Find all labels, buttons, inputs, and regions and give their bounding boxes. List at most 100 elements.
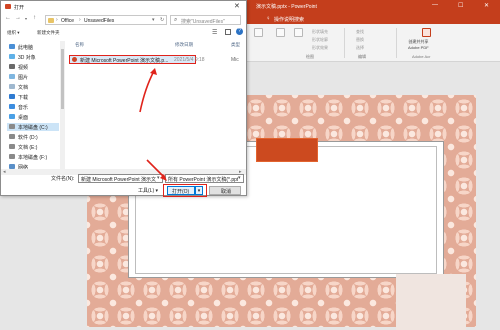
select-button[interactable]: 选择 — [356, 45, 364, 51]
breadcrumb-unsavedfiles[interactable]: UnsavedFiles — [84, 18, 114, 24]
nav-item-label: 本地磁盘 (C:) — [18, 125, 48, 131]
download-icon — [9, 94, 15, 99]
search-placeholder: 搜索"UnsavedFiles" — [181, 19, 225, 25]
desktop-icon — [9, 114, 15, 119]
video-icon — [9, 64, 15, 69]
music-icon — [9, 104, 15, 109]
nav-item-label: 3D 对象 — [18, 55, 36, 61]
nav-item-3d-objects[interactable]: 3D 对象 — [7, 53, 59, 61]
open-button-label: 打开(O) — [172, 189, 190, 195]
adobe-pdf-icon[interactable] — [422, 28, 431, 37]
scrollbar-thumb[interactable] — [61, 49, 64, 109]
nav-item-this-pc[interactable]: 此电脑 — [7, 43, 59, 51]
organize-button[interactable]: 组织 ▾ — [7, 30, 20, 36]
address-bar[interactable]: › Office › UnsavedFiles ▾ ↻ — [45, 15, 167, 25]
nav-item-drive-e[interactable]: 文档 (E:) — [7, 143, 59, 151]
chevron-down-icon[interactable]: ▾ — [238, 175, 241, 181]
column-header-type[interactable]: 类型 — [231, 42, 240, 48]
file-name: 新建 Microsoft PowerPoint 演示文稿.p... — [80, 58, 169, 64]
forward-arrow-icon[interactable]: → — [15, 15, 21, 21]
filetype-select[interactable]: 所有 PowerPoint 演示文稿(*.pptx; ▾ — [165, 174, 244, 183]
new-folder-button[interactable]: 新建文件夹 — [37, 30, 60, 36]
find-button[interactable]: 查找 — [356, 29, 364, 35]
nav-item-label: 文档 — [18, 85, 29, 91]
preview-pane-icon[interactable] — [225, 29, 231, 35]
computer-icon — [9, 44, 15, 49]
filename-field[interactable]: 新建 Microsoft PowerPoint 演示文稿.p ▾ — [78, 174, 163, 183]
tell-me-search[interactable]: 操作说明搜索 — [274, 16, 304, 23]
nav-item-drive-f[interactable]: 本地磁盘 (F:) — [7, 153, 59, 161]
title-accent-shape[interactable] — [256, 138, 318, 162]
nav-item-pictures[interactable]: 图片 — [7, 73, 59, 81]
powerpoint-icon — [5, 4, 11, 9]
file-list: 名称 修改日期 类型 新建 Microsoft PowerPoint 演示文稿.… — [67, 41, 247, 169]
close-icon[interactable]: ✕ — [484, 2, 489, 9]
drive-icon — [9, 124, 15, 129]
nav-item-documents[interactable]: 文档 — [7, 83, 59, 91]
nav-item-downloads[interactable]: 下载 — [7, 93, 59, 101]
chevron-down-icon[interactable]: ▾ — [152, 17, 155, 23]
nav-item-music[interactable]: 音乐 — [7, 103, 59, 111]
search-box[interactable]: ⌕ 搜索"UnsavedFiles" — [170, 15, 241, 25]
nav-item-desktop[interactable]: 桌面 — [7, 113, 59, 121]
cube-icon — [9, 54, 15, 59]
navigation-pane: 此电脑 3D 对象 视频 图片 文档 下载 音乐 桌面 本地磁盘 (C:) 软件… — [1, 41, 59, 171]
open-file-dialog: 打开 ✕ ← → ▾ ↑ › Office › UnsavedFiles ▾ ↻… — [0, 0, 247, 197]
quick-styles-icon[interactable] — [294, 28, 303, 37]
dialog-title-bar: 打开 ✕ — [1, 1, 246, 13]
ribbon-separator — [344, 28, 345, 58]
window-title: 演示文稿.pptx - PowerPoint — [256, 4, 317, 10]
nav-item-label: 视频 — [18, 65, 29, 71]
maximize-icon[interactable]: ☐ — [458, 2, 463, 9]
nav-pane-scrollbar[interactable] — [60, 41, 65, 169]
cancel-button[interactable]: 取消 — [209, 186, 241, 195]
drive-icon — [9, 144, 15, 149]
back-arrow-icon[interactable]: ← — [5, 15, 11, 21]
column-header-modified[interactable]: 修改日期 — [175, 42, 193, 48]
picture-icon — [9, 74, 15, 79]
shape-effects[interactable]: 形状效果 — [312, 45, 328, 51]
group-drawing-label: 绘图 — [306, 54, 314, 59]
column-header-name[interactable]: 名称 — [75, 42, 84, 48]
up-arrow-icon[interactable]: ↑ — [33, 15, 36, 21]
filetype-value: 所有 PowerPoint 演示文稿(*.pptx; — [168, 177, 238, 183]
nav-item-drive-d[interactable]: 软件 (D:) — [7, 133, 59, 141]
search-icon: ⌕ — [174, 17, 178, 23]
view-options-icon[interactable]: ☰ — [212, 29, 217, 36]
close-icon[interactable]: ✕ — [234, 2, 240, 10]
open-button[interactable]: 打开(O) — [167, 186, 195, 195]
document-icon — [9, 84, 15, 89]
arrange-icon[interactable] — [276, 28, 285, 37]
nav-item-videos[interactable]: 视频 — [7, 63, 59, 71]
scroll-left-icon[interactable]: ◂ — [3, 169, 6, 175]
ribbon: 形状填充 形状轮廓 形状效果 绘图 查找 替换 选择 编辑 创建并共享 Adob… — [246, 24, 500, 62]
drive-icon — [9, 134, 15, 139]
nav-item-label: 本地磁盘 (F:) — [18, 155, 48, 161]
nav-item-label: 桌面 — [18, 115, 29, 121]
nav-item-label: 下载 — [18, 95, 29, 101]
dialog-title: 打开 — [14, 5, 25, 11]
cancel-button-label: 取消 — [221, 189, 232, 195]
create-adobe-pdf-button[interactable]: 创建并共享 Adobe PDF — [408, 39, 429, 50]
tools-menu[interactable]: 工具(L) ▾ — [138, 187, 158, 194]
nav-item-label: 图片 — [18, 75, 29, 81]
nav-item-drive-c[interactable]: 本地磁盘 (C:) — [7, 123, 59, 131]
address-bar-row: ← → ▾ ↑ › Office › UnsavedFiles ▾ ↻ ⌕ 搜索… — [1, 13, 246, 27]
open-options-dropdown[interactable]: ▾ — [195, 186, 203, 195]
file-modified: 2021/5/4 9:18 — [174, 57, 205, 63]
shape-outline[interactable]: 形状轮廓 — [312, 37, 328, 43]
breadcrumb-office[interactable]: Office — [61, 18, 74, 24]
shape-icon[interactable] — [254, 28, 263, 37]
chevron-down-icon[interactable]: ▾ — [25, 16, 27, 21]
nav-item-label: 此电脑 — [18, 45, 34, 51]
chevron-down-icon[interactable]: ▾ — [157, 175, 160, 181]
group-editing-label: 编辑 — [358, 54, 366, 59]
blank-corner — [396, 274, 466, 330]
help-icon[interactable]: ? — [236, 28, 243, 35]
minimize-icon[interactable]: — — [432, 2, 438, 8]
replace-button[interactable]: 替换 — [356, 37, 364, 43]
refresh-icon[interactable]: ↻ — [160, 17, 164, 23]
shape-fill[interactable]: 形状填充 — [312, 29, 328, 35]
pptx-file-icon — [72, 57, 77, 62]
command-bar: 组织 ▾ 新建文件夹 ☰ ? — [1, 27, 246, 38]
